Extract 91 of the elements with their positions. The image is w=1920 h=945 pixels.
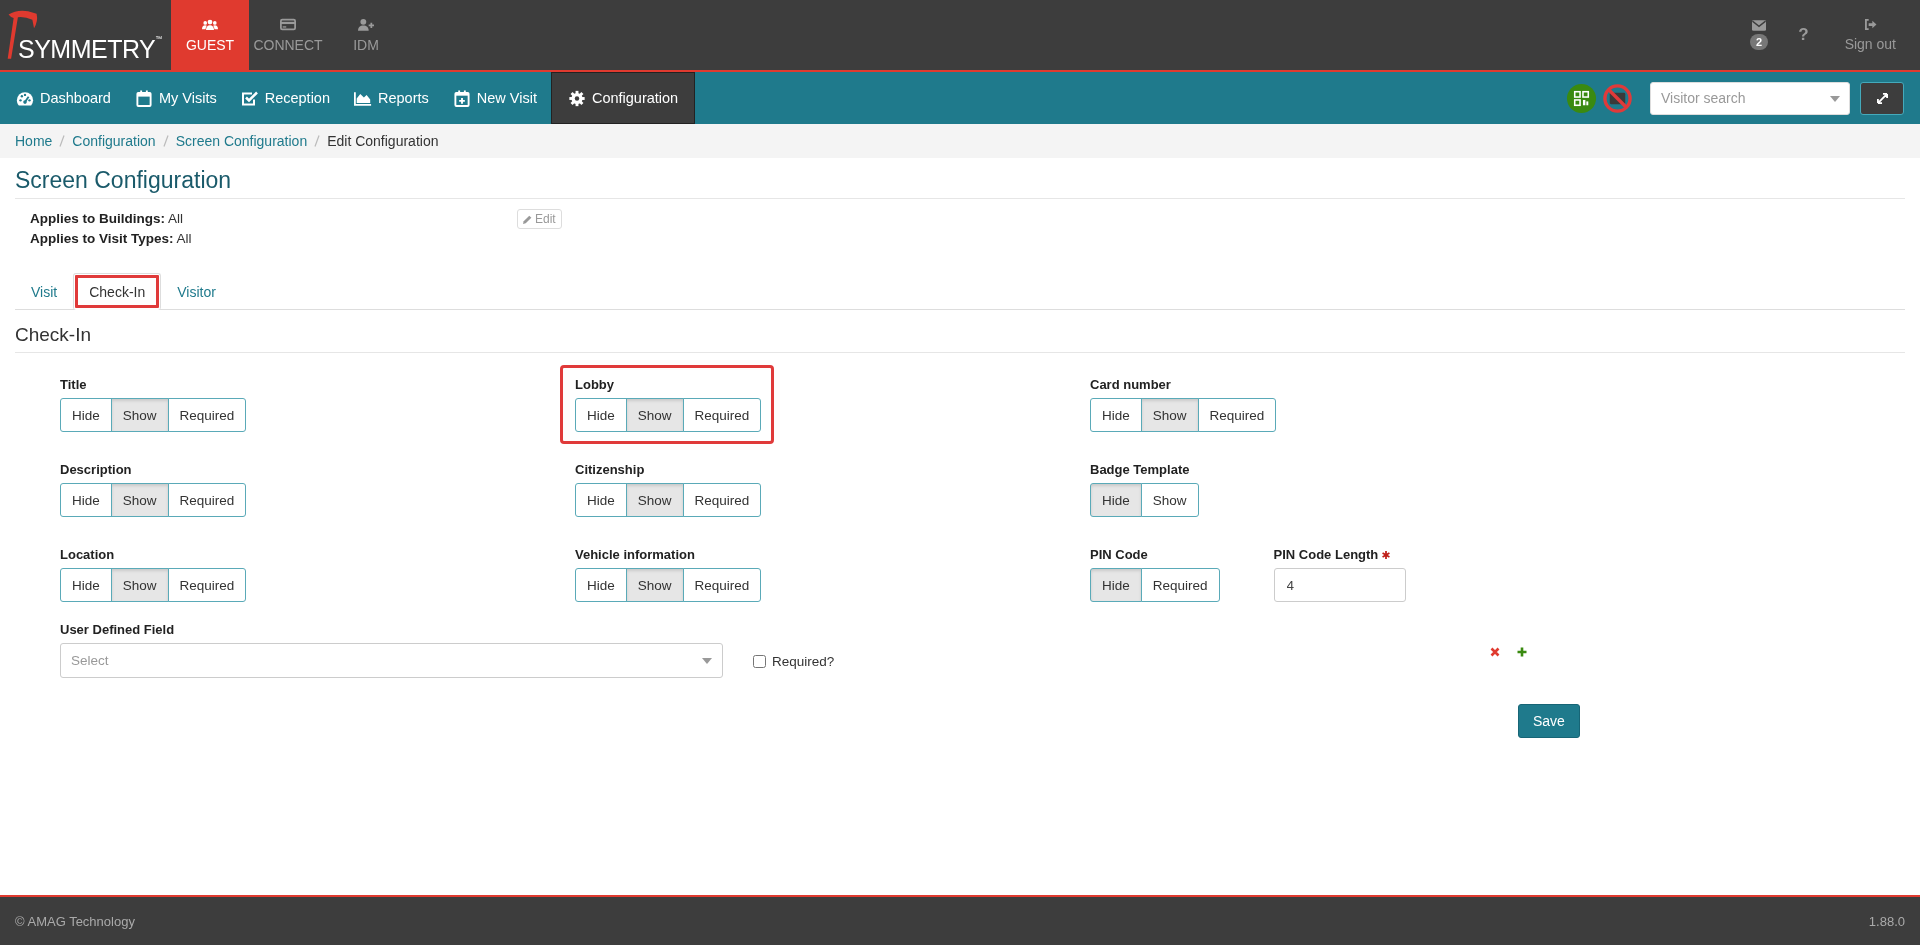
segment-option[interactable]: Required (682, 398, 762, 432)
area-chart-icon (354, 89, 372, 107)
no-card-icon[interactable] (1602, 82, 1633, 114)
brand-name: SYMMETRY (18, 37, 156, 64)
page-title: Screen Configuration (15, 167, 1905, 199)
sign-out-icon (1863, 18, 1877, 30)
nav-item[interactable]: New Visit (440, 72, 549, 124)
card-icon (280, 17, 296, 31)
expand-icon (1876, 92, 1888, 104)
pencil-icon (523, 214, 532, 224)
breadcrumb-link[interactable]: Home (15, 133, 53, 149)
caret-icon (1830, 95, 1840, 102)
envelope-icon (1752, 20, 1767, 31)
module-tab[interactable]: GUEST (171, 0, 249, 70)
segment-option[interactable]: Show (110, 483, 169, 517)
gauge-icon (16, 89, 34, 107)
segment-option[interactable]: Required (167, 568, 247, 602)
field-label: User Defined Field (60, 622, 176, 637)
breadcrumb-link[interactable]: Screen Configuration (175, 133, 308, 149)
segment-option[interactable]: Required (1197, 398, 1277, 432)
segment-option[interactable]: Show (1140, 398, 1199, 432)
settings-icon (567, 89, 586, 107)
add-icon[interactable] (1517, 647, 1528, 657)
message-count-badge: 2 (1750, 34, 1769, 50)
segment-option[interactable]: Hide (575, 398, 627, 432)
field-label: PIN Code Length (1273, 547, 1379, 562)
sign-out-button[interactable]: Sign out (1824, 0, 1920, 70)
checkbox[interactable] (753, 655, 766, 668)
segment-option[interactable]: Required (167, 398, 247, 432)
breadcrumb-current: Edit Configuration (327, 133, 439, 149)
segment-option[interactable]: Hide (1090, 568, 1142, 602)
pin-length-field[interactable]: 4 (1273, 568, 1406, 602)
nav-item[interactable]: Configuration (550, 72, 696, 124)
visitor-search-field[interactable]: Visitor search (1650, 81, 1850, 115)
version-text: 1.88.0 (1868, 913, 1905, 929)
save-button[interactable]: Save (1518, 704, 1580, 738)
applies-text: Applies to Visit Types: All (30, 230, 193, 248)
segment-option[interactable]: Required (682, 483, 762, 517)
nav-item[interactable]: Reports (342, 72, 441, 124)
segment-option[interactable]: Required (167, 483, 247, 517)
breadcrumb-separator (162, 135, 169, 147)
calendar-plus-icon (452, 89, 471, 107)
field-label: Badge Template (1090, 462, 1190, 477)
segment-option[interactable]: Show (625, 398, 684, 432)
nav-item[interactable]: Reception (228, 72, 342, 124)
users-icon (202, 17, 218, 31)
segment-option[interactable]: Hide (575, 568, 627, 602)
segment-option[interactable]: Hide (60, 483, 112, 517)
breadcrumb-separator (314, 135, 321, 147)
module-tab[interactable]: IDM (327, 0, 405, 70)
segment-option[interactable]: Show (110, 398, 169, 432)
segment-option[interactable]: Hide (575, 483, 627, 517)
checkbox-icon (240, 89, 259, 107)
nav-item[interactable]: My Visits (122, 72, 229, 124)
field-label: Title (60, 377, 87, 392)
messages-button[interactable]: 2 (1736, 0, 1783, 70)
tab[interactable]: Check-In (73, 273, 162, 310)
segment-option[interactable]: Hide (1090, 398, 1142, 432)
caret-icon (702, 657, 712, 664)
field-label: Location (60, 547, 115, 562)
field-label: PIN Code (1090, 547, 1148, 562)
remove-icon[interactable] (1490, 647, 1501, 657)
tab[interactable]: Visitor (161, 273, 232, 310)
field-label: Vehicle information (575, 547, 695, 562)
segment-option[interactable]: Hide (1090, 483, 1142, 517)
segment-option[interactable]: Required (682, 568, 762, 602)
segment-option[interactable]: Show (625, 568, 684, 602)
applies-text: Applies to Buildings: All (30, 210, 184, 228)
module-tab[interactable]: CONNECT (249, 0, 327, 70)
qr-code-icon[interactable] (1566, 82, 1597, 114)
segment-option[interactable]: Show (625, 483, 684, 517)
expand-button[interactable] (1860, 81, 1904, 115)
segment-option[interactable]: Hide (60, 568, 112, 602)
segment-option[interactable]: Hide (60, 398, 112, 432)
tab[interactable]: Visit (15, 273, 74, 310)
segment-option[interactable]: Required (1140, 568, 1220, 602)
nav-item[interactable]: Dashboard (4, 72, 123, 124)
field-label: Lobby (575, 377, 614, 392)
breadcrumb-separator (59, 135, 66, 147)
field-label: Card number (1090, 377, 1171, 392)
section-title: Check-In (15, 324, 1905, 353)
help-button[interactable]: ? (1782, 0, 1825, 70)
segment-option[interactable]: Show (1140, 483, 1199, 517)
field-label: Description (60, 462, 132, 477)
copyright-text: © AMAG Technology (15, 913, 135, 929)
segment-option[interactable]: Show (110, 568, 169, 602)
calendar-icon (134, 89, 153, 107)
breadcrumb-link[interactable]: Configuration (72, 133, 156, 149)
checkbox-label: Required? (772, 654, 835, 669)
field-label: Citizenship (575, 462, 645, 477)
user-plus-icon (358, 17, 374, 31)
